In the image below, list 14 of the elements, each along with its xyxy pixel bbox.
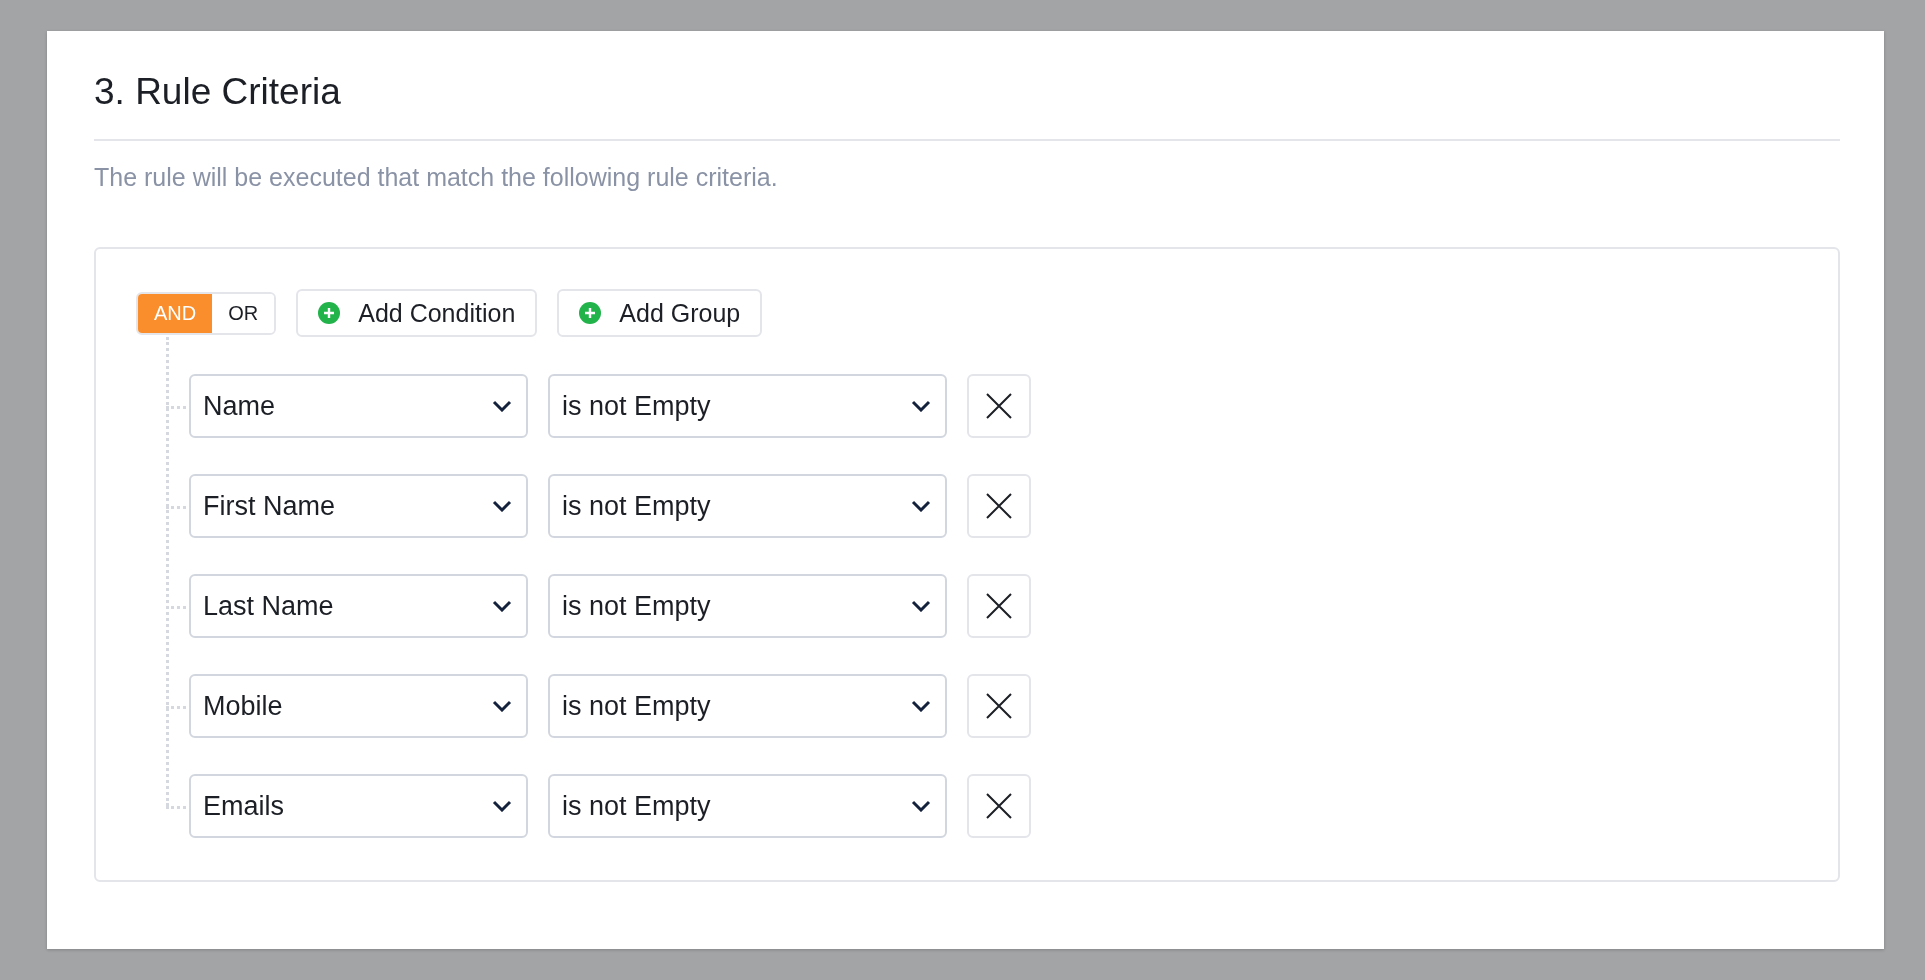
operator-dropdown[interactable]: is not Empty [548,674,947,738]
field-dropdown[interactable]: Mobile [189,674,528,738]
operator-dropdown[interactable]: is not Empty [548,374,947,438]
field-dropdown[interactable]: First Name [189,474,528,538]
field-dropdown[interactable]: Last Name [189,574,528,638]
field-dropdown[interactable]: Name [189,374,528,438]
operator-dropdown[interactable]: is not Empty [548,774,947,838]
add-button[interactable]: Add Group [557,289,763,337]
operator-dropdown[interactable]: is not Empty [548,574,947,638]
add-button[interactable]: Add Condition [296,289,538,337]
operator-dropdown[interactable]: is not Empty [548,474,947,538]
field-dropdown[interactable]: Emails [189,774,528,838]
section-description: The rule will be executed that match the following rule criteria. [94,163,779,192]
section-title: 3. Rule Criteria [94,71,1840,141]
